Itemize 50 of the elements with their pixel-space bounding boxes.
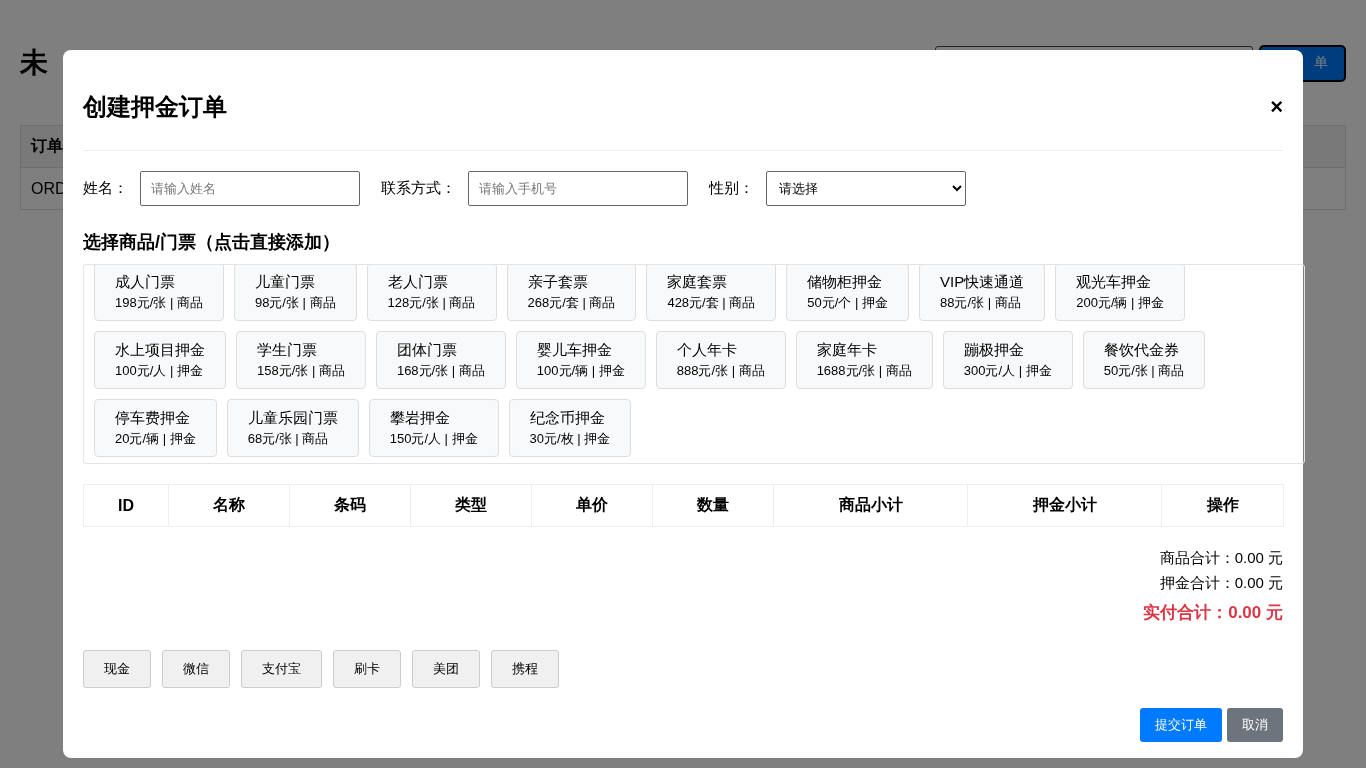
grand-total: 实付合计：0.00 元 xyxy=(1143,602,1283,624)
product-card[interactable]: 亲子套票 268元/套 | 商品 xyxy=(506,265,637,321)
input-field[interactable]: 请输入手机号 xyxy=(468,171,688,206)
product-card[interactable]: 停车费押金 20元/辆 | 押金 xyxy=(94,399,217,457)
column-header: 商品小计 xyxy=(773,484,968,527)
field-label: 联系方式： xyxy=(381,179,456,198)
cancel-button[interactable]: 取消 xyxy=(1227,708,1283,742)
product-card[interactable]: 家庭年卡 1688元/张 | 商品 xyxy=(795,331,933,389)
submit-button[interactable]: 提交订单 xyxy=(1140,708,1222,742)
section-heading: 选择商品/门票（点击直接添加） xyxy=(83,231,341,254)
product-card[interactable]: 儿童门票 98元/张 | 商品 xyxy=(233,265,357,321)
product-card[interactable]: 储物柜押金 50元/个 | 押金 xyxy=(786,265,909,321)
subtotal: 商品合计：0.00 元 xyxy=(1159,549,1283,568)
select-field[interactable]: 请选择 xyxy=(766,171,966,206)
payment-button[interactable]: 携程 xyxy=(491,650,559,688)
payment-button[interactable]: 支付宝 xyxy=(241,650,322,688)
product-card[interactable]: 纪念币押金 30元/枚 | 押金 xyxy=(508,399,632,457)
product-card[interactable]: 攀岩押金 150元/人 | 押金 xyxy=(368,399,499,457)
input-field[interactable]: 请输入姓名 xyxy=(140,171,360,206)
product-card[interactable]: 观光车押金 200元/辆 | 押金 xyxy=(1055,265,1186,321)
product-card[interactable]: 餐饮代金券 50元/张 | 商品 xyxy=(1082,331,1206,389)
payment-button[interactable]: 微信 xyxy=(162,650,230,688)
payment-button[interactable]: 现金 xyxy=(83,650,151,688)
product-card[interactable]: 学生门票 158元/张 | 商品 xyxy=(236,331,366,389)
product-card[interactable]: VIP快速通道 88元/张 | 商品 xyxy=(919,265,1046,321)
product-card[interactable]: 个人年卡 888元/张 | 商品 xyxy=(655,331,786,389)
column-header: 数量 xyxy=(652,484,774,527)
product-card[interactable]: 成人门票 198元/张 | 商品 xyxy=(94,265,224,321)
payment-button[interactable]: 刷卡 xyxy=(333,650,401,688)
product-card[interactable]: 水上项目押金 100元/人 | 押金 xyxy=(94,331,226,389)
field-label: 姓名： xyxy=(83,179,128,198)
field-label: 性别： xyxy=(709,179,754,198)
subtotal: 押金合计：0.00 元 xyxy=(1159,574,1283,593)
product-card[interactable]: 家庭套票 428元/套 | 商品 xyxy=(646,265,777,321)
product-card[interactable]: 团体门票 168元/张 | 商品 xyxy=(375,331,506,389)
column-header: 单价 xyxy=(531,484,653,527)
product-card[interactable]: 儿童乐园门票 68元/张 | 商品 xyxy=(226,399,359,457)
column-header: 押金小计 xyxy=(967,484,1162,527)
modal-title: 创建押金订单 xyxy=(83,92,227,122)
page-title: 未 xyxy=(20,46,48,80)
column-header: 类型 xyxy=(410,484,532,527)
close-button[interactable]: × xyxy=(1270,96,1283,118)
column-header: ID xyxy=(83,484,169,527)
column-header: 条码 xyxy=(289,484,411,527)
product-card[interactable]: 老人门票 128元/张 | 商品 xyxy=(366,265,497,321)
product-card[interactable]: 婴儿车押金 100元/辆 | 押金 xyxy=(515,331,646,389)
payment-button[interactable]: 美团 xyxy=(412,650,480,688)
column-header: 操作 xyxy=(1161,484,1284,527)
product-card[interactable]: 蹦极押金 300元/人 | 押金 xyxy=(942,331,1073,389)
column-header: 名称 xyxy=(168,484,290,527)
